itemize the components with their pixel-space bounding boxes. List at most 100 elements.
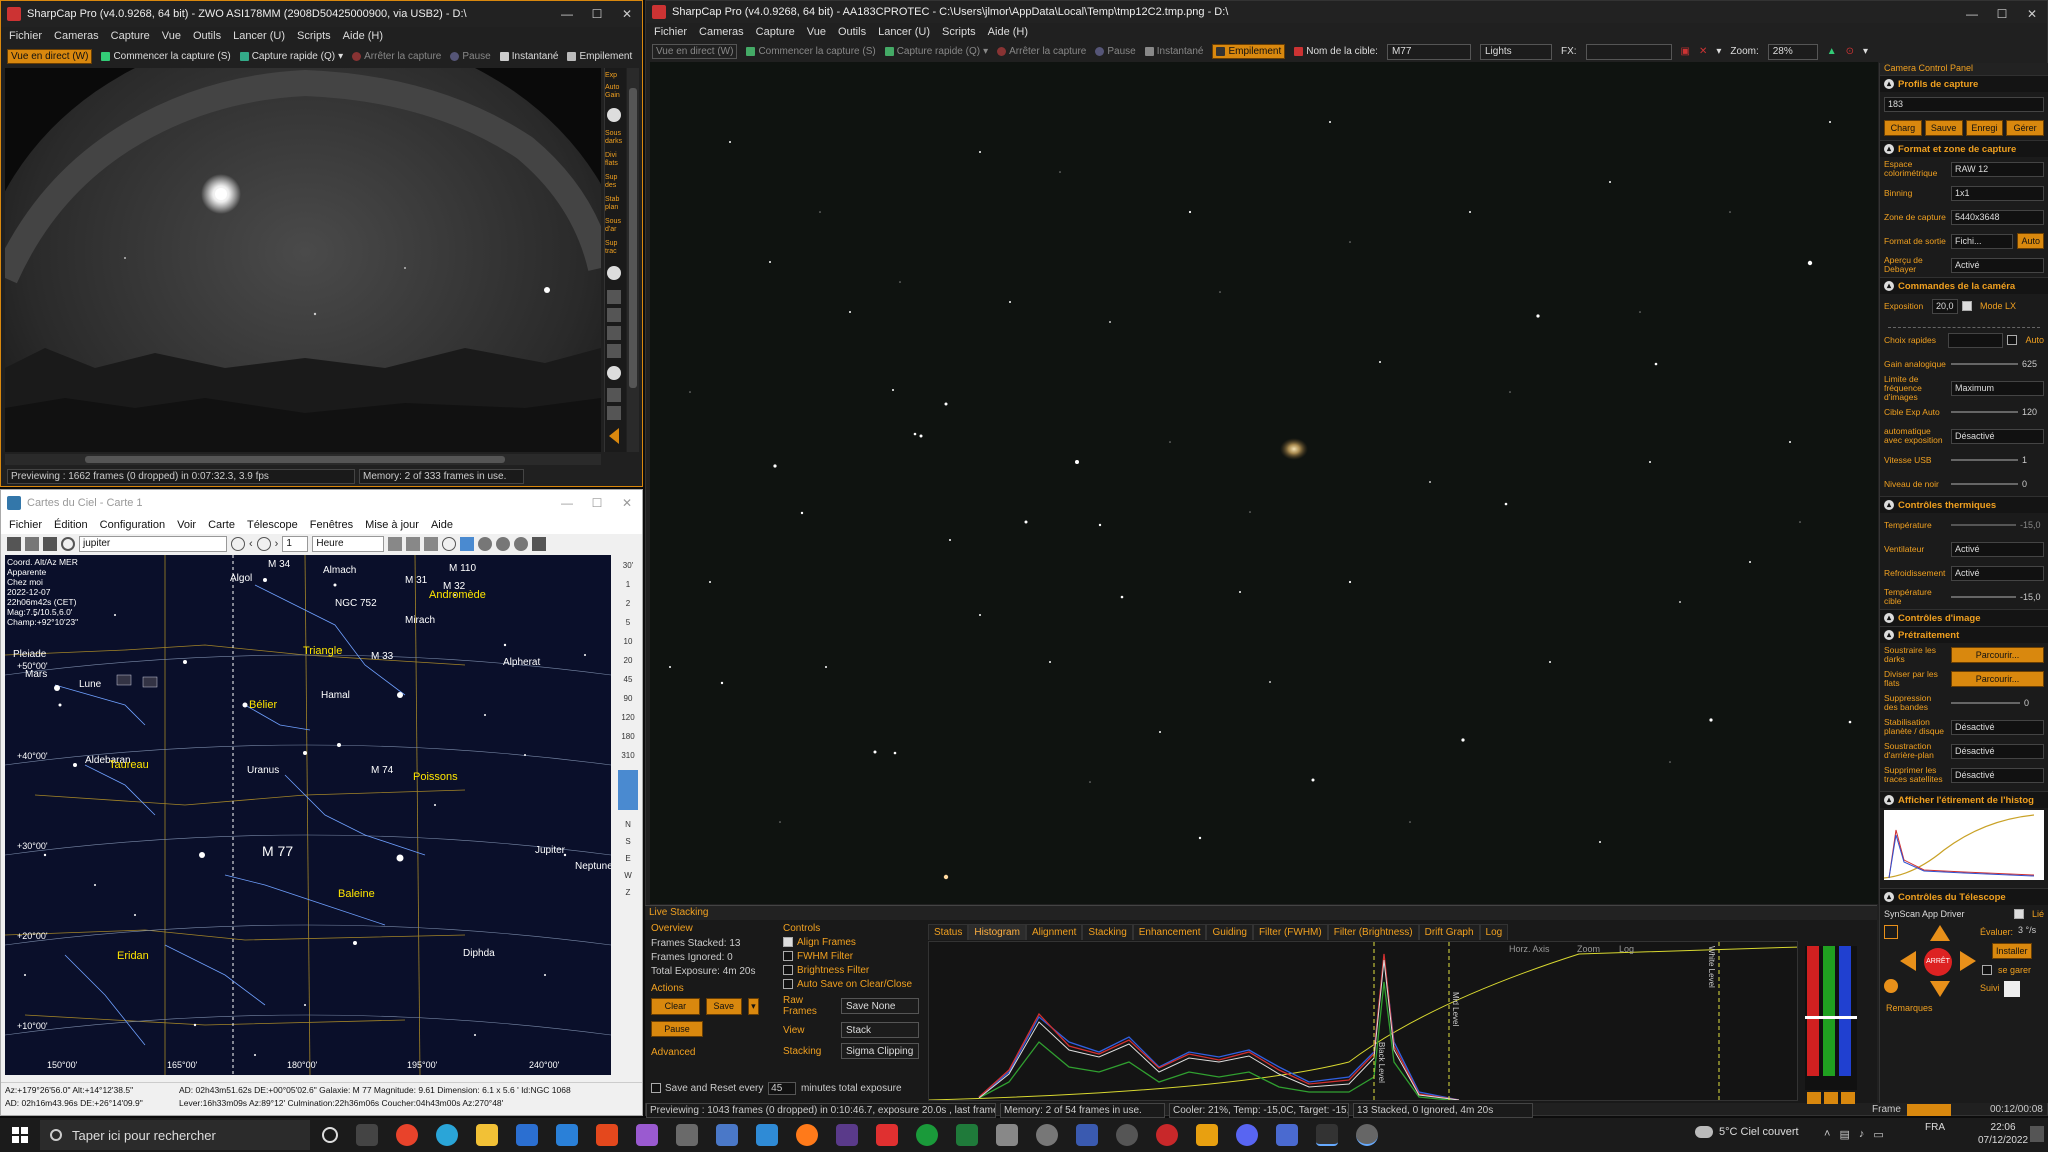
fwhm-checkbox[interactable] <box>783 951 793 962</box>
mode-lx-checkbox[interactable] <box>1962 301 1972 311</box>
language-indicator[interactable]: FRA <box>1925 1121 1945 1134</box>
app-icon[interactable] <box>876 1124 898 1146</box>
record-profile-button[interactable]: Enregi <box>1965 120 2004 136</box>
tool-icon[interactable] <box>607 406 621 420</box>
target-name-select[interactable]: M77 <box>1386 43 1471 60</box>
menu-fichier[interactable]: Fichier <box>9 519 42 531</box>
reticle-icon[interactable]: ⊙ <box>1846 46 1854 57</box>
menu-vue[interactable]: Vue <box>162 30 181 42</box>
save-reset-checkbox[interactable] <box>651 1083 661 1094</box>
store-icon[interactable] <box>516 1124 538 1146</box>
stop-capture-button[interactable]: Arrêter la capture <box>352 51 441 62</box>
constellation-label[interactable]: Eridan <box>117 950 149 962</box>
align-checkbox[interactable] <box>783 937 793 948</box>
fan-select[interactable]: Activé <box>1951 541 2044 557</box>
rate-select[interactable]: 3 °/s <box>2018 925 2046 935</box>
zoom-tick[interactable]: 1 <box>615 580 641 589</box>
grid-icon[interactable]: ✕ <box>1699 46 1707 57</box>
object-label[interactable]: Alpherat <box>503 657 540 668</box>
discord-icon[interactable] <box>1236 1124 1258 1146</box>
speaker-icon[interactable]: ♪ <box>1859 1128 1865 1141</box>
object-label[interactable]: M 74 <box>371 765 393 776</box>
globe-icon[interactable] <box>460 537 475 551</box>
tracking-star-icon[interactable] <box>2004 981 2020 997</box>
chevron-up-icon[interactable]: ˄ <box>1824 1128 1830 1141</box>
horizontal-scrollbar[interactable] <box>5 454 601 465</box>
banding-value[interactable]: 0 <box>2024 698 2044 708</box>
tool-icon[interactable] <box>607 290 621 304</box>
close-icon[interactable]: ✕ <box>612 490 642 516</box>
stacking-button[interactable]: Empilement <box>1212 44 1286 59</box>
start-capture-button[interactable]: Commencer la capture (S) <box>746 46 876 57</box>
task-view-icon[interactable] <box>356 1124 378 1146</box>
battery-icon[interactable]: ▭ <box>1873 1128 1883 1141</box>
format-section[interactable]: ▴ Format et zone de capture <box>1880 140 2048 157</box>
sky-chart[interactable]: Coord. Alt/Az MER Apparente Chez moi 202… <box>5 555 611 1075</box>
clear-button[interactable]: Clear <box>651 998 700 1015</box>
menu-edition[interactable]: Édition <box>54 519 88 531</box>
target-temp-slider[interactable] <box>1951 596 2016 598</box>
view-select[interactable]: Stack <box>841 1022 919 1038</box>
planet-icon[interactable] <box>478 537 493 551</box>
tab-filter-brightness[interactable]: Filter (Brightness) <box>1327 924 1419 940</box>
zoom-tick[interactable]: 310 <box>615 751 641 760</box>
pause-stack-button[interactable]: Pause <box>651 1021 703 1037</box>
auto-exp-value[interactable]: 120 <box>2022 407 2044 417</box>
tab-stacking[interactable]: Stacking <box>1082 924 1133 940</box>
notifications-icon[interactable] <box>2030 1126 2044 1142</box>
object-label[interactable]: Jupiter <box>535 845 565 856</box>
zoom-tick[interactable]: 45 <box>615 675 641 684</box>
object-label[interactable]: M 34 <box>268 559 290 570</box>
start-capture-button[interactable]: Commencer la capture (S) <box>101 51 231 62</box>
clock[interactable]: 22:06 07/12/2022 <box>1978 1121 2028 1147</box>
preprocessing-section[interactable]: ▴ Prétraitement <box>1880 626 2048 643</box>
target-icon[interactable] <box>424 537 439 551</box>
direction-n[interactable]: N <box>615 820 641 829</box>
allsky-preview[interactable] <box>5 68 601 452</box>
app-icon[interactable] <box>1076 1124 1098 1146</box>
app-icon[interactable] <box>676 1124 698 1146</box>
tab-status[interactable]: Status <box>928 924 969 940</box>
direction-z[interactable]: Z <box>615 888 641 897</box>
zoom-tick[interactable]: 10 <box>615 637 641 646</box>
save-button[interactable]: Save <box>705 998 742 1015</box>
chevron-up-icon[interactable] <box>607 366 621 380</box>
quick-capture-button[interactable]: Capture rapide (Q) ▾ <box>884 46 988 57</box>
tool-icon[interactable] <box>607 326 621 340</box>
zoom-tick[interactable]: 90 <box>615 694 641 703</box>
auto-button[interactable]: Auto <box>2017 233 2044 249</box>
collapse-arrow-icon[interactable] <box>609 428 619 444</box>
menu-carte[interactable]: Carte <box>208 519 235 531</box>
zoom-tick[interactable]: 120 <box>615 713 641 722</box>
usb-speed-value[interactable]: 1 <box>2022 455 2044 465</box>
fps-limit-select[interactable]: Maximum <box>1951 380 2044 396</box>
telescope-section[interactable]: ▴ Contrôles du Télescope <box>1880 888 2048 905</box>
constellation-label[interactable]: Poissons <box>413 771 458 783</box>
calendar-icon[interactable] <box>7 537 21 551</box>
app-icon[interactable] <box>636 1124 658 1146</box>
file-explorer-icon[interactable] <box>476 1124 498 1146</box>
mini-histogram[interactable] <box>1884 810 2044 880</box>
quick-capture-button[interactable]: Capture rapide (Q) ▾ <box>239 51 343 62</box>
snapshot-button[interactable]: Instantané <box>499 51 558 62</box>
app-icon[interactable] <box>1036 1124 1058 1146</box>
camera-controls-section[interactable]: ▴ Commandes de la caméra <box>1880 277 2048 294</box>
crosshair-icon[interactable] <box>1884 925 1898 939</box>
calculator-icon[interactable] <box>716 1124 738 1146</box>
list-icon[interactable] <box>25 537 39 551</box>
target-icon[interactable] <box>1884 979 1898 993</box>
object-label[interactable]: Neptune <box>575 861 611 872</box>
constellation-label[interactable]: Andromède <box>429 589 486 601</box>
tab-alignment[interactable]: Alignment <box>1025 924 1083 940</box>
minimize-icon[interactable]: — <box>552 490 582 516</box>
stacking-button[interactable]: Empilement <box>567 51 632 62</box>
menu-fenetres[interactable]: Fenêtres <box>310 519 353 531</box>
tab-filter-fwhm[interactable]: Filter (FWHM) <box>1252 924 1328 940</box>
minimize-icon[interactable]: — <box>1957 1 1987 23</box>
profiles-section[interactable]: ▴ Profils de capture <box>1880 75 2048 92</box>
black-level-slider[interactable] <box>1951 483 2018 485</box>
menu-lancer[interactable]: Lancer (U) <box>233 30 285 42</box>
constellation-label[interactable]: Taureau <box>109 759 149 771</box>
tool-icon[interactable] <box>607 344 621 358</box>
app-icon[interactable] <box>1276 1124 1298 1146</box>
